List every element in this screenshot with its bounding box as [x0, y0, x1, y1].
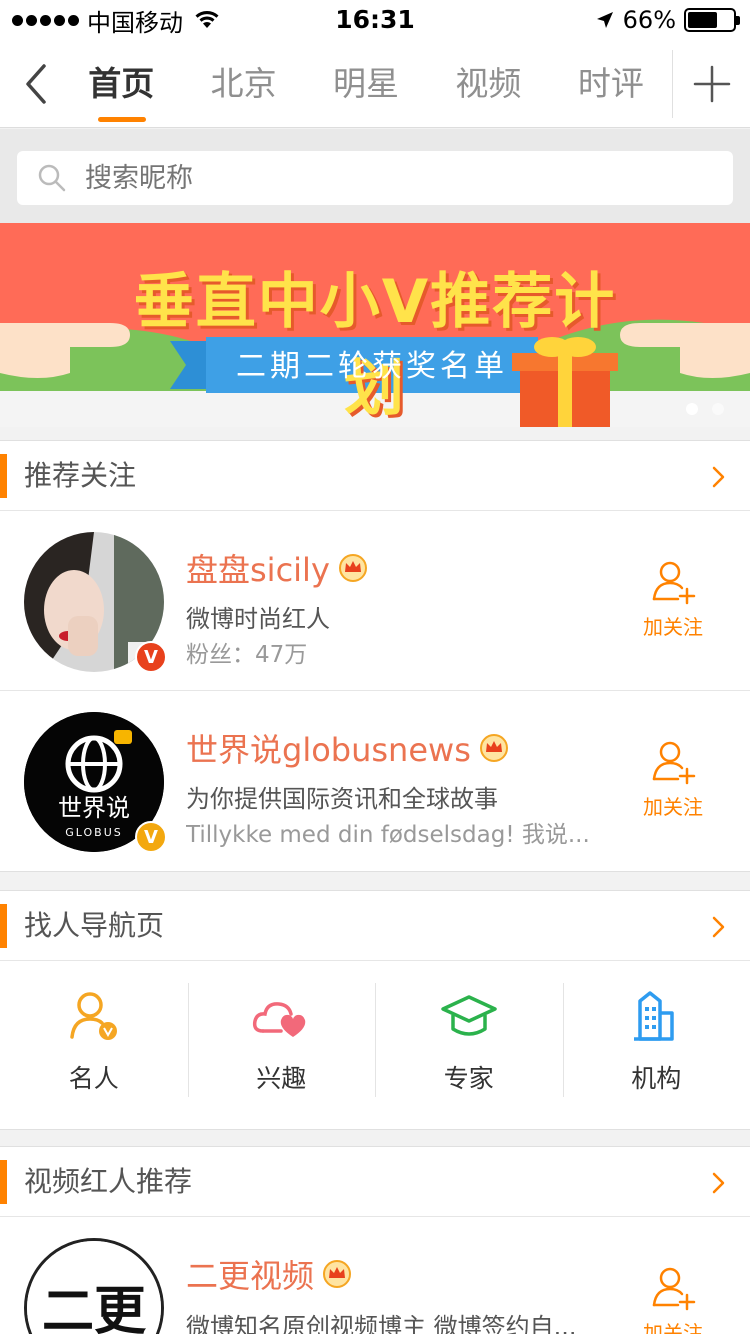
tab-video[interactable]: 视频 — [427, 40, 549, 128]
signal-icon — [12, 14, 79, 26]
tab-stars[interactable]: 明星 — [305, 40, 427, 128]
user-followers: 粉丝：47万 — [186, 642, 308, 668]
finder-label: 兴趣 — [256, 1064, 307, 1093]
tab-home[interactable]: 首页 — [60, 40, 182, 128]
follow-label: 加关注 — [643, 795, 703, 819]
follow-label: 加关注 — [643, 1321, 703, 1334]
battery-icon — [684, 8, 740, 32]
user-name[interactable]: 二更视频 — [186, 1251, 314, 1297]
carrier-name: 中国移动 — [87, 8, 183, 37]
user-description: 为你提供国际资讯和全球故事 — [186, 785, 498, 813]
crown-icon — [323, 1260, 352, 1288]
section-accent-bar — [0, 904, 7, 948]
status-left: 中国移动 — [12, 6, 221, 37]
section-title: 找人导航页 — [24, 909, 165, 942]
finder-item-expert[interactable]: 专家 — [375, 961, 563, 1129]
avatar-brand-text: 二更 — [42, 1282, 147, 1334]
follow-label: 加关注 — [643, 615, 703, 639]
user-name-row: 盘盘sicily — [186, 545, 368, 591]
user-name[interactable]: 世界说globusnews — [186, 725, 471, 771]
crown-icon — [479, 734, 508, 762]
pagination-dot[interactable] — [712, 403, 724, 415]
crown-icon — [338, 554, 367, 582]
finder-label: 名人 — [68, 1064, 119, 1093]
wifi-icon — [195, 11, 219, 28]
tab-beijing[interactable]: 北京 — [182, 40, 304, 128]
section-title: 推荐关注 — [24, 459, 137, 492]
channel-tabs: 首页 北京 明星 视频 时评 — [60, 40, 672, 128]
location-arrow-icon — [596, 12, 613, 28]
avatar-logo: 二更 — [27, 1241, 161, 1334]
recommend-section: 推荐关注 V 盘盘sicily 微博时尚红人 粉丝：47万 加关注 世界说 GL… — [0, 440, 750, 872]
status-bar: 中国移动 16:31 66% — [0, 0, 750, 40]
banner-pagination — [686, 403, 724, 415]
user-latest-post: Tillykke med din fødselsdag! 我说... — [186, 822, 590, 848]
battery-fill — [688, 12, 718, 28]
promo-banner[interactable]: 垂直中小V推荐计划 二期二轮获奖名单 — [0, 223, 750, 427]
finder-label: 专家 — [443, 1064, 494, 1093]
add-user-icon — [652, 561, 696, 605]
user-card[interactable]: 世界说 GLOBUS V 世界说globusnews 为你提供国际资讯和全球故事… — [0, 691, 750, 871]
video-header[interactable]: 视频红人推荐 — [0, 1147, 750, 1217]
channel-nav: 首页 北京 明星 视频 时评 — [0, 40, 750, 128]
avatar[interactable]: 二更 — [24, 1238, 164, 1334]
tab-commentary[interactable]: 时评 — [550, 40, 672, 128]
finder-item-interest[interactable]: 兴趣 — [187, 961, 376, 1129]
finder-grid: 名人 兴趣 专家 机构 — [0, 961, 750, 1129]
follow-button[interactable]: 加关注 — [632, 739, 714, 820]
user-description: 微博知名原创视频博主 微博签约自... — [186, 1313, 577, 1334]
building-icon — [634, 991, 674, 1041]
heart-cloud-icon — [253, 1002, 306, 1037]
nav-divider — [672, 50, 673, 118]
finder-header[interactable]: 找人导航页 — [0, 891, 750, 961]
back-icon[interactable] — [18, 62, 58, 106]
search-input[interactable] — [85, 162, 685, 194]
verified-badge: V — [135, 821, 167, 853]
add-user-icon — [652, 741, 696, 785]
video-section: 视频红人推荐 二更 二更视频 微博知名原创视频博主 微博签约自... 加关注 — [0, 1146, 750, 1334]
celebrity-icon — [70, 992, 117, 1040]
finder-label: 机构 — [631, 1064, 682, 1093]
add-user-icon — [652, 1267, 696, 1311]
user-card[interactable]: 二更 二更视频 微博知名原创视频博主 微博签约自... 加关注 — [0, 1217, 750, 1334]
finder-item-organization[interactable]: 机构 — [562, 961, 750, 1129]
user-description: 微博时尚红人 — [186, 605, 330, 633]
chevron-right-icon[interactable] — [712, 466, 726, 488]
status-right: 66% — [595, 6, 740, 34]
search-box[interactable] — [17, 151, 733, 205]
chevron-right-icon[interactable] — [712, 916, 726, 938]
plus-icon[interactable] — [692, 64, 732, 104]
chevron-right-icon[interactable] — [712, 1172, 726, 1194]
verified-badge: V — [135, 641, 167, 673]
avatar-brand-subtext: GLOBUS — [65, 826, 123, 839]
follow-button[interactable]: 加关注 — [632, 1265, 714, 1334]
pagination-dot-active[interactable] — [686, 403, 698, 415]
section-accent-bar — [0, 1160, 7, 1204]
follow-button[interactable]: 加关注 — [632, 559, 714, 640]
finder-item-celebrity[interactable]: 名人 — [0, 961, 188, 1129]
section-accent-bar — [0, 454, 7, 498]
search-icon — [38, 164, 66, 192]
banner-subtitle: 二期二轮获奖名单 — [236, 349, 508, 384]
user-name-row: 二更视频 — [186, 1251, 352, 1297]
finder-section: 找人导航页 名人 兴趣 专家 机构 — [0, 890, 750, 1130]
search-area — [0, 129, 750, 223]
user-card[interactable]: V 盘盘sicily 微博时尚红人 粉丝：47万 加关注 — [0, 511, 750, 691]
battery-percent: 66% — [622, 6, 676, 34]
recommend-header[interactable]: 推荐关注 — [0, 441, 750, 511]
graduation-cap-icon — [441, 995, 497, 1036]
avatar-brand-text: 世界说 — [58, 794, 130, 822]
user-name-row: 世界说globusnews — [186, 725, 509, 771]
section-title: 视频红人推荐 — [24, 1165, 193, 1198]
user-name[interactable]: 盘盘sicily — [186, 545, 330, 591]
